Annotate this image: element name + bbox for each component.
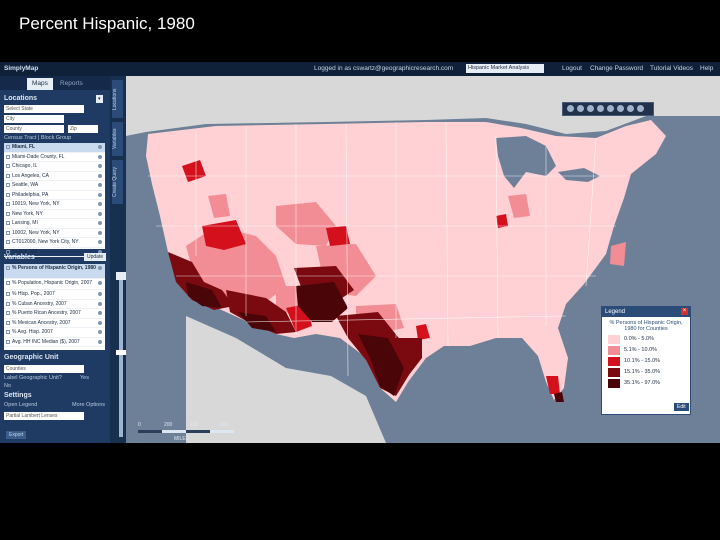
geo-unit-select[interactable]: Counties <box>4 365 84 373</box>
vtab-create-query[interactable]: Create Query <box>112 160 123 204</box>
legend-edit-button[interactable]: Edit <box>674 403 689 411</box>
locations-list: Miami, FL Miami-Dade County, FL Chicago,… <box>4 143 105 257</box>
help-link[interactable]: Help <box>700 62 713 76</box>
list-item[interactable]: Miami-Dade County, FL <box>4 153 105 162</box>
list-item[interactable]: 10019, New York, NY <box>4 200 105 210</box>
list-item[interactable]: CT012000, New York City, NY <box>4 238 105 248</box>
label-geo-no-radio[interactable]: No <box>4 383 11 389</box>
zoom-slider[interactable] <box>116 272 126 437</box>
list-item[interactable]: Avg. HH INC Median ($), 2007 <box>4 338 105 347</box>
vtab-locations[interactable]: Locations <box>112 80 123 118</box>
slide-title: Percent Hispanic, 1980 <box>19 14 195 33</box>
list-item[interactable]: Los Angeles, CA <box>4 172 105 181</box>
legend-item: 15.1% - 35.0% <box>602 367 690 378</box>
left-panel: Maps Reports Locations ▾ Select State Ci… <box>0 76 110 443</box>
list-item[interactable]: % Hisp. Pop., 2007 <box>4 290 105 300</box>
list-item[interactable]: % Cuban Ancestry, 2007 <box>4 300 105 309</box>
list-item[interactable]: % Mexican Ancestry, 2007 <box>4 319 105 328</box>
print-icon[interactable] <box>627 105 634 112</box>
logout-link[interactable]: Logout <box>562 62 582 76</box>
measure-icon[interactable] <box>617 105 624 112</box>
list-item[interactable]: 10002, New York, NY <box>4 229 105 238</box>
tab-maps[interactable]: Maps <box>27 78 53 90</box>
hand-icon[interactable] <box>577 105 584 112</box>
update-button[interactable]: Update <box>84 253 107 261</box>
list-item[interactable]: New York, NY <box>4 210 105 219</box>
legend-header-label: Legend <box>605 309 626 315</box>
scale-tick: 200 <box>164 422 173 428</box>
projection-select[interactable]: Partial Lambert Lenses <box>4 412 84 420</box>
scale-tick: 400 <box>190 422 199 428</box>
legend-title: % Persons of Hispanic Origin, 1980 for C… <box>609 320 683 332</box>
scale-tick: 0 <box>138 422 141 428</box>
zoom-in-icon[interactable] <box>587 105 594 112</box>
scale-unit: MILES <box>174 436 190 442</box>
tutorial-videos-link[interactable]: Tutorial Videos <box>650 62 693 76</box>
product-select[interactable]: Hispanic Market Analysis <box>466 64 544 73</box>
state-select[interactable]: Select State <box>4 105 84 113</box>
list-item[interactable]: Chicago, IL <box>4 162 105 172</box>
brand-logo: SimplyMap <box>4 65 39 72</box>
zoom-out-icon[interactable] <box>597 105 604 112</box>
list-item[interactable]: % Avg. Hisp. 2007 <box>4 328 105 338</box>
census-tract-link[interactable]: Census Tract | Block Group <box>4 135 71 141</box>
tab-reports[interactable]: Reports <box>55 78 88 90</box>
list-item[interactable]: Lansing, MI <box>4 219 105 229</box>
identify-icon[interactable] <box>607 105 614 112</box>
legend-item: 35.1% - 97.0% <box>602 378 690 389</box>
label-geo-unit-text: Label Geographic Unit? <box>4 375 62 381</box>
settings-heading: Settings <box>4 392 32 399</box>
county-input[interactable]: County <box>4 125 64 133</box>
more-options-link[interactable]: More Options <box>72 402 105 408</box>
map-toolbar <box>562 102 654 116</box>
locations-heading: Locations <box>4 95 38 102</box>
list-item[interactable]: % Population, Hispanic Origin, 2007 <box>4 279 105 290</box>
legend-item: 0.0% - 5.0% <box>602 334 690 345</box>
scale-tick: 600 <box>220 422 229 428</box>
export-button[interactable]: Export <box>6 431 27 439</box>
logged-in-text: Logged in as cswartz@geographicresearch.… <box>314 65 454 72</box>
variables-heading: Variables <box>4 254 35 261</box>
list-item[interactable]: % Persons of Hispanic Origin, 1980 <box>4 264 105 279</box>
locations-toggle-icon[interactable]: ▾ <box>96 95 103 103</box>
scale-bar: 0 200 400 600 MILES <box>138 422 238 442</box>
legend-item: 10.1% - 15.0% <box>602 356 690 367</box>
variables-list: % Persons of Hispanic Origin, 1980 % Pop… <box>4 264 105 350</box>
close-icon[interactable]: × <box>681 308 688 315</box>
zip-input[interactable]: Zip <box>68 125 98 133</box>
label-geo-yes-radio[interactable]: Yes <box>80 375 89 381</box>
change-password-link[interactable]: Change Password <box>590 62 643 76</box>
list-item[interactable]: Philadelphia, PA <box>4 191 105 200</box>
list-item[interactable]: % Puerto Rican Ancestry, 2007 <box>4 309 105 319</box>
city-input[interactable]: City <box>4 115 64 123</box>
legend-header: Legend × <box>602 307 690 317</box>
list-item[interactable]: Miami, FL <box>4 143 105 153</box>
tab-bar: Maps Reports <box>0 76 110 90</box>
open-legend-link[interactable]: Open Legend <box>4 402 37 408</box>
info-icon[interactable] <box>637 105 644 112</box>
geographic-unit-heading: Geographic Unit <box>4 354 59 361</box>
list-item[interactable]: Seattle, WA <box>4 181 105 191</box>
top-bar: SimplyMap Logged in as cswartz@geographi… <box>0 62 720 76</box>
pan-icon[interactable] <box>567 105 574 112</box>
legend-panel: Legend × % Persons of Hispanic Origin, 1… <box>601 306 691 415</box>
legend-item: 5.1% - 10.0% <box>602 345 690 356</box>
vtab-variables[interactable]: Variables <box>112 122 123 156</box>
